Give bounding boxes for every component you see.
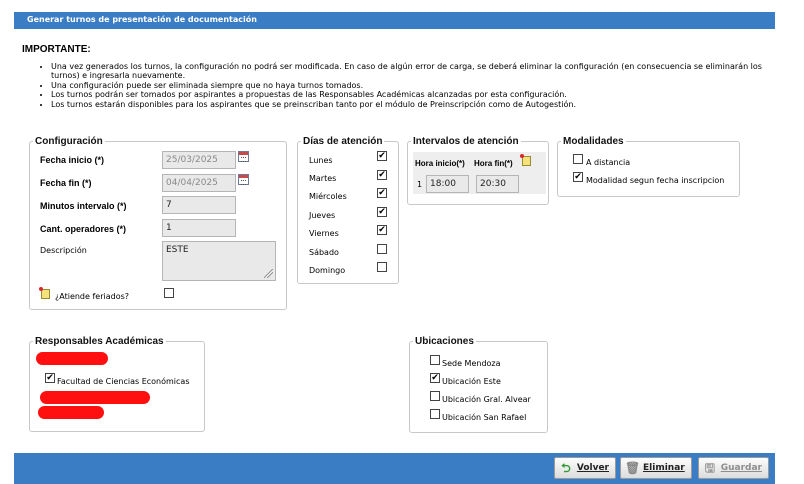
intervalos-legend: Intervalos de atención (413, 136, 519, 147)
window-title: Generar turnos de presentación de docume… (14, 12, 775, 29)
back-arrow-icon: ⮌ (561, 461, 571, 475)
ubicacion-label: Ubicación San Rafael (442, 413, 527, 422)
modalidad-checkbox[interactable]: ✔ (573, 172, 583, 182)
ubicacion-label: Ubicación Gral. Alvear (442, 395, 531, 404)
config-legend: Configuración (35, 136, 103, 147)
note-item: Los turnos estarán disponibles para los … (51, 100, 771, 109)
responsable-label: Facultad de Ciencias Económicas (57, 377, 190, 386)
dia-checkbox[interactable] (377, 262, 387, 272)
note-item: Una configuración puede ser eliminada si… (51, 81, 771, 90)
cant-operadores-field[interactable]: 1 (162, 219, 236, 237)
dia-checkbox[interactable]: ✔ (377, 188, 387, 198)
ubicacion-checkbox[interactable] (430, 355, 440, 365)
modalidades-legend: Modalidades (563, 136, 624, 147)
redaction-mark (40, 391, 150, 404)
save-disk-icon: 🖫 (704, 461, 715, 475)
hora-inicio-field[interactable]: 18:00 (426, 175, 469, 193)
redaction-mark (38, 406, 104, 419)
ubicacion-label: Ubicación Este (442, 377, 501, 386)
footer-bar: ⮌ Volver 🗑 Eliminar 🖫 Guardar (14, 453, 775, 484)
dia-label: Sábado (309, 248, 339, 257)
interval-row-number: 1 (417, 180, 423, 189)
important-notes: Una vez generados los turnos, la configu… (38, 62, 771, 109)
trash-icon: 🗑 (625, 461, 641, 475)
dia-checkbox[interactable]: ✔ (377, 225, 387, 235)
ubicaciones-legend: Ubicaciones (415, 336, 474, 347)
atiende-feriados-label: ¿Atiende feriados? (55, 292, 130, 301)
redaction-mark (36, 352, 108, 365)
fecha-inicio-label: Fecha inicio (*) (40, 155, 105, 165)
dia-checkbox[interactable]: ✔ (377, 170, 387, 180)
ubicacion-checkbox[interactable]: ✔ (430, 373, 440, 383)
eliminar-button[interactable]: 🗑 Eliminar (620, 457, 692, 479)
responsable-checkbox[interactable]: ✔ (45, 373, 55, 383)
calendar-icon[interactable] (238, 151, 249, 162)
calendar-icon[interactable] (238, 174, 249, 185)
dia-label: Martes (309, 174, 337, 183)
note-icon (39, 287, 50, 299)
dia-checkbox[interactable]: ✔ (377, 207, 387, 217)
eliminar-label: Eliminar (643, 463, 685, 473)
hora-fin-header: Hora fin(*) (474, 159, 513, 168)
modalidad-label: Modalidad segun fecha inscripcion (586, 176, 725, 185)
hora-inicio-header: Hora inicio(*) (415, 159, 465, 168)
note-item: Una vez generados los turnos, la configu… (51, 62, 771, 81)
descripcion-value: ESTE (166, 245, 189, 255)
volver-button[interactable]: ⮌ Volver (554, 457, 616, 479)
important-heading: IMPORTANTE: (22, 44, 91, 55)
dia-label: Jueves (309, 211, 336, 220)
ubicacion-checkbox[interactable] (430, 391, 440, 401)
ubicacion-label: Sede Mendoza (442, 359, 501, 368)
hora-fin-field[interactable]: 20:30 (476, 175, 519, 193)
minutos-intervalo-field[interactable]: 7 (162, 196, 236, 214)
dia-label: Viernes (309, 229, 339, 238)
cant-operadores-label: Cant. operadores (*) (40, 224, 127, 234)
dia-checkbox[interactable] (377, 244, 387, 254)
note-item: Los turnos podrán ser tomados por aspira… (51, 90, 771, 99)
modalidades-fieldset: Modalidades (557, 136, 740, 197)
volver-label: Volver (576, 463, 609, 473)
fecha-fin-label: Fecha fin (*) (40, 178, 92, 188)
minutos-intervalo-label: Minutos intervalo (*) (40, 201, 127, 211)
modalidad-label: A distancia (586, 158, 631, 167)
dias-legend: Días de atención (303, 136, 383, 147)
dia-label: Domingo (309, 266, 346, 275)
atiende-feriados-checkbox[interactable] (164, 288, 174, 298)
guardar-label: Guardar (720, 463, 762, 473)
responsables-legend: Responsables Académicas (35, 336, 164, 347)
dia-label: Miércoles (309, 192, 347, 201)
guardar-button[interactable]: 🖫 Guardar (698, 457, 769, 479)
resize-grip-icon[interactable] (264, 269, 273, 278)
modalidad-checkbox[interactable] (573, 154, 583, 164)
descripcion-textarea[interactable]: ESTE (162, 241, 276, 281)
ubicacion-checkbox[interactable] (430, 409, 440, 419)
add-interval-icon[interactable] (520, 154, 531, 166)
fecha-inicio-field[interactable]: 25/03/2025 (162, 151, 236, 169)
fecha-fin-field[interactable]: 04/04/2025 (162, 174, 236, 192)
dia-label: Lunes (309, 156, 333, 165)
descripcion-label: Descripción (40, 246, 87, 255)
dia-checkbox[interactable]: ✔ (377, 151, 387, 161)
